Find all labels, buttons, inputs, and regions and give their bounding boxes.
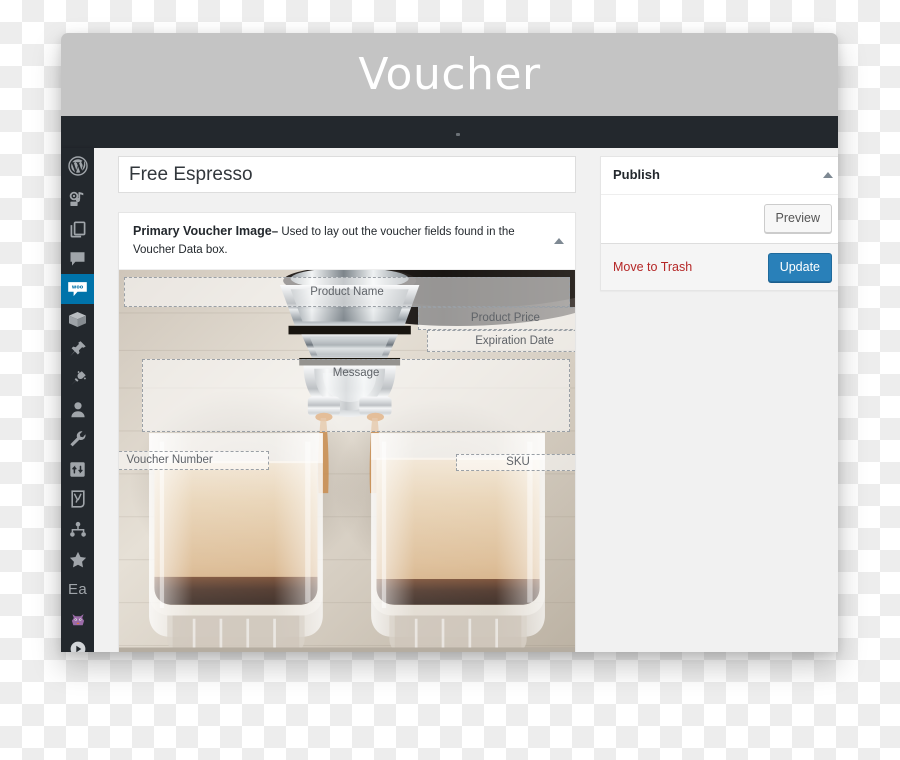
field-box-product-price[interactable]: Product Price xyxy=(417,306,575,330)
sidebar-item-favorites[interactable] xyxy=(61,544,94,574)
sidebar-item-tools[interactable] xyxy=(61,424,94,454)
user-icon xyxy=(70,401,86,418)
voucher-image-canvas[interactable]: Product Name Product Price Expiration Da… xyxy=(119,269,575,652)
wp-body: woo Ea Free Espresso Primary Voucher Ima… xyxy=(61,148,838,652)
woocommerce-icon: woo xyxy=(67,281,88,298)
sidebar-item-ea[interactable]: Ea xyxy=(61,574,94,604)
primary-voucher-image-panel: Primary Voucher Image– Used to lay out t… xyxy=(118,212,576,652)
admin-bar-marker xyxy=(456,133,460,136)
wrench-tools-icon xyxy=(69,430,87,448)
publish-panel-header[interactable]: Publish xyxy=(601,157,838,195)
plugin-plug-icon xyxy=(69,370,87,388)
browser-window: Voucher woo Ea Free Espresso Primary Vou… xyxy=(61,33,838,652)
sidebar-item-comments[interactable] xyxy=(61,244,94,274)
media-icon xyxy=(69,191,86,207)
field-label: Voucher Number xyxy=(126,454,213,467)
publish-panel: Publish Preview Move to Trash Update xyxy=(600,156,838,291)
preview-button[interactable]: Preview xyxy=(763,203,832,233)
field-box-expiration-date[interactable]: Expiration Date xyxy=(426,329,575,352)
yoast-seo-icon xyxy=(70,490,86,508)
sidebar-item-plugins[interactable] xyxy=(61,364,94,394)
field-label: SKU xyxy=(506,456,530,469)
comments-icon xyxy=(69,251,86,267)
pin-icon xyxy=(69,340,87,358)
sidebar-item-woocommerce[interactable]: woo xyxy=(61,274,101,304)
primary-voucher-image-title: Primary Voucher Image– Used to lay out t… xyxy=(133,222,545,260)
update-button[interactable]: Update xyxy=(767,252,832,282)
post-title-input[interactable] xyxy=(118,156,576,193)
field-label: Product Name xyxy=(310,285,384,298)
sidebar-item-products[interactable] xyxy=(61,304,94,334)
sidebar-item-media-player[interactable] xyxy=(61,634,94,652)
sitemap-network-icon xyxy=(69,521,87,538)
products-box-icon xyxy=(68,311,87,328)
field-box-sku[interactable]: SKU xyxy=(456,453,575,471)
star-icon xyxy=(69,551,87,568)
play-circle-icon xyxy=(69,640,87,652)
sidebar-item-marketing[interactable] xyxy=(61,334,94,364)
ea-text-icon: Ea xyxy=(68,580,87,598)
field-label: Product Price xyxy=(470,312,540,325)
field-box-voucher-number[interactable]: Voucher Number xyxy=(119,450,270,470)
primary-voucher-image-header[interactable]: Primary Voucher Image– Used to lay out t… xyxy=(119,213,575,270)
panel-title-strong: Primary Voucher Image xyxy=(133,224,272,238)
panel-title-dash: – xyxy=(271,226,279,238)
wp-admin-sidebar[interactable]: woo Ea xyxy=(61,148,101,652)
chevron-up-icon[interactable] xyxy=(823,172,833,179)
sidebar-item-wordpress-logo[interactable] xyxy=(61,148,94,184)
sidebar-item-media[interactable] xyxy=(61,184,94,214)
pages-icon xyxy=(70,220,86,238)
banner-title: Voucher xyxy=(358,48,541,100)
wp-admin-bar[interactable] xyxy=(61,116,838,148)
chart-analytics-icon xyxy=(69,461,86,478)
cat-mascot-icon xyxy=(69,611,87,628)
sidebar-item-pages[interactable] xyxy=(61,214,94,244)
field-label: Message xyxy=(332,366,380,379)
svg-text:woo: woo xyxy=(72,284,84,290)
page-banner: Voucher xyxy=(61,33,838,116)
field-label: Expiration Date xyxy=(475,334,554,347)
wordpress-logo-icon xyxy=(67,156,88,176)
sidebar-item-users[interactable] xyxy=(61,394,94,424)
sidebar-item-yoast-seo[interactable] xyxy=(61,484,94,514)
publish-panel-actions: Preview xyxy=(601,194,838,243)
sidebar-item-network[interactable] xyxy=(61,514,94,544)
publish-panel-footer: Move to Trash Update xyxy=(601,242,838,290)
chevron-up-icon[interactable] xyxy=(554,237,564,244)
publish-heading: Publish xyxy=(613,167,660,182)
editor-content: Primary Voucher Image– Used to lay out t… xyxy=(94,148,838,652)
editor-main-column: Primary Voucher Image– Used to lay out t… xyxy=(118,156,576,652)
editor-side-column: Publish Preview Move to Trash Update xyxy=(600,156,838,291)
field-box-product-name[interactable]: Product Name xyxy=(123,276,571,307)
sidebar-item-analytics[interactable] xyxy=(61,454,94,484)
sidebar-item-mascot[interactable] xyxy=(61,604,94,634)
move-to-trash-link[interactable]: Move to Trash xyxy=(613,260,692,274)
field-box-message[interactable]: Message xyxy=(141,358,571,432)
